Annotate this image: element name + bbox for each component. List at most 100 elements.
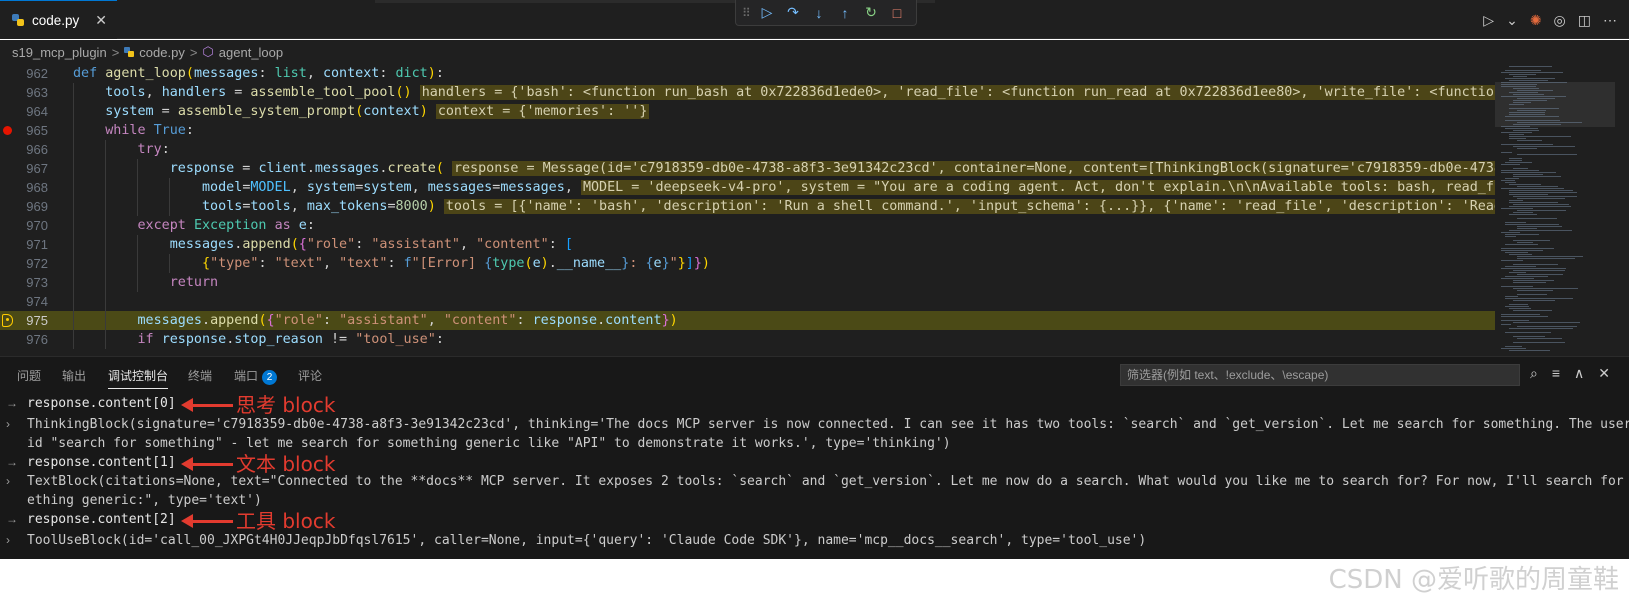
maximize-panel-icon[interactable]: ∧ [1574, 365, 1584, 382]
minimap-line [1517, 90, 1553, 91]
minimap-line [1517, 198, 1565, 199]
step-out-icon[interactable]: ↑ [832, 5, 858, 21]
minimap-line [1501, 250, 1543, 251]
minimap-line [1517, 140, 1542, 141]
minimap-line [1501, 172, 1556, 173]
console-text: ething generic:", type='text') [27, 493, 262, 508]
breadcrumb-folder[interactable]: s19_mcp_plugin [12, 45, 107, 60]
line-number: 971 [26, 237, 48, 252]
minimap-line [1513, 146, 1575, 147]
minimap-line [1505, 266, 1536, 267]
code-line: 969 tools=tools, max_tokens=8000) tools … [0, 197, 1569, 216]
minimap-line [1513, 100, 1547, 101]
minimap-line [1501, 260, 1523, 261]
tab-debug-console[interactable]: 调试控制台 [108, 367, 169, 389]
vertical-scrollbar[interactable] [1615, 64, 1629, 356]
search-icon[interactable]: ⌕ [1530, 365, 1538, 382]
debug-console[interactable]: → response.content[0] › ThinkingBlock(si… [0, 391, 1629, 559]
tab-code-py[interactable]: code.py ✕ [0, 0, 117, 39]
minimap-line [1505, 346, 1522, 347]
minimap-line [1509, 254, 1532, 255]
run-dropdown-icon[interactable]: ⌄ [1506, 12, 1518, 29]
minimap-line [1501, 324, 1511, 325]
drag-grip-icon[interactable]: ⠿ [742, 6, 754, 20]
minimap-line [1513, 282, 1546, 283]
line-number: 974 [26, 294, 48, 309]
annotation-arrow [181, 398, 233, 412]
minimap-line [1505, 116, 1559, 117]
close-tab-icon[interactable]: ✕ [95, 12, 107, 29]
inline-value-handlers: handlers = {'bash': <function run_bash a… [419, 85, 1569, 100]
minimap-line [1501, 152, 1512, 153]
tab-problems[interactable]: 问题 [17, 367, 41, 384]
code-line: 963 tools, handlers = assemble_tool_pool… [0, 83, 1569, 102]
clear-console-icon[interactable]: ≡ [1552, 365, 1560, 382]
breadcrumb-file[interactable]: code.py [139, 45, 185, 60]
minimap-line [1509, 194, 1548, 195]
minimap-line [1513, 264, 1558, 265]
code-line: 974 [0, 292, 1495, 311]
minimap-line [1509, 200, 1523, 201]
minimap-line [1509, 230, 1572, 231]
tab-ports[interactable]: 端口 2 [234, 367, 278, 385]
expand-chevron-icon[interactable]: › [6, 531, 10, 550]
minimap-line [1513, 212, 1533, 213]
minimap-line [1501, 126, 1530, 127]
minimap-line [1509, 328, 1573, 329]
editor-actions: ▷ ⌄ ✺ ◎ ◫ ⋯ [1483, 12, 1617, 29]
minimap-line [1509, 112, 1545, 113]
tab-output[interactable]: 输出 [62, 367, 86, 384]
openai-icon[interactable]: ◎ [1554, 12, 1566, 29]
stop-icon[interactable]: □ [884, 5, 910, 21]
minimap-line [1501, 188, 1564, 189]
minimap-line [1501, 320, 1529, 321]
minimap-line [1513, 124, 1561, 125]
tab-comments[interactable]: 评论 [298, 367, 322, 384]
breadcrumb: s19_mcp_plugin > code.py > ⬡ agent_loop [0, 40, 1629, 64]
tab-bar: code.py ✕ ⠿ ▷ ↷ ↓ ↑ ↻ □ ▷ ⌄ ✺ ◎ ◫ ⋯ [0, 0, 1629, 39]
claude-icon[interactable]: ✺ [1530, 12, 1542, 29]
minimap-line [1509, 350, 1550, 351]
minimap-line [1517, 122, 1582, 123]
minimap-line [1505, 162, 1532, 163]
tab-terminal[interactable]: 终端 [188, 367, 212, 384]
restart-icon[interactable]: ↻ [858, 4, 884, 21]
continue-icon[interactable]: ▷ [754, 4, 780, 21]
line-number: 972 [26, 256, 48, 271]
close-panel-icon[interactable]: ✕ [1598, 365, 1610, 382]
minimap-line [1501, 170, 1539, 171]
minimap[interactable] [1495, 64, 1615, 356]
minimap-line [1513, 336, 1545, 337]
input-arrow-icon: → [6, 396, 18, 410]
breakpoint-icon[interactable] [3, 126, 12, 135]
minimap-line [1513, 174, 1543, 175]
split-editor-icon[interactable]: ◫ [1578, 12, 1591, 29]
code-line: 972 {"type": "text", "text": f"[Error] {… [0, 254, 1495, 273]
code-line: 971 messages.append({"role": "assistant"… [0, 235, 1495, 254]
line-number: 967 [26, 161, 48, 176]
minimap-line [1505, 128, 1538, 129]
line-number: 973 [26, 275, 48, 290]
annotation-tool-block: 工具 block [236, 509, 336, 533]
console-text: response.content[2] [27, 512, 176, 527]
step-into-icon[interactable]: ↓ [806, 5, 832, 21]
minimap-line [1513, 300, 1555, 301]
python-file-icon [12, 14, 24, 26]
minimap-line [1513, 280, 1554, 281]
tab-label: code.py [32, 12, 80, 28]
inline-value-tools: tools = [{'name': 'bash', 'description':… [443, 199, 1569, 214]
minimap-line [1501, 82, 1567, 83]
breadcrumb-symbol[interactable]: agent_loop [219, 45, 283, 60]
step-over-icon[interactable]: ↷ [780, 4, 806, 21]
expand-chevron-icon[interactable]: › [6, 472, 10, 491]
code-editor[interactable]: 962 def agent_loop(messages: list, conte… [0, 64, 1629, 356]
watermark: CSDN @爱听歌的周童鞋 [1328, 565, 1619, 595]
more-actions-icon[interactable]: ⋯ [1603, 12, 1617, 29]
console-filter-input[interactable]: 筛选器(例如 text、!exclude、\escape) [1120, 364, 1520, 386]
expand-chevron-icon[interactable]: › [6, 415, 10, 434]
code-line: 966 try: [0, 140, 1495, 159]
minimap-line [1513, 94, 1544, 95]
method-symbol-icon: ⬡ [202, 44, 214, 59]
code-line: 965 while True: [0, 121, 1495, 140]
run-icon[interactable]: ▷ [1483, 12, 1494, 29]
